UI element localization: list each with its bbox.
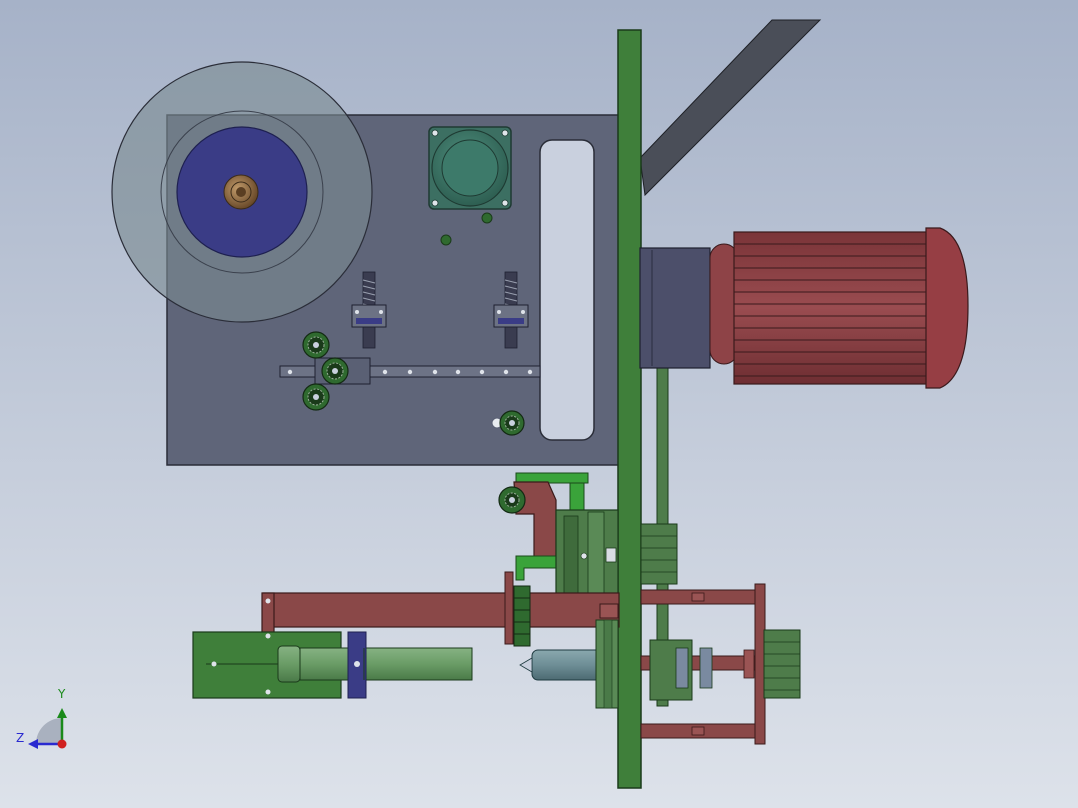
drive-motor xyxy=(733,227,969,389)
cad-viewport[interactable]: Y Z xyxy=(0,0,1078,808)
guide-roller xyxy=(321,357,349,385)
vertical-frame-bar xyxy=(617,29,642,789)
y-axis-label: Y xyxy=(58,687,66,701)
guide-roller xyxy=(302,383,330,411)
model-drawing xyxy=(0,0,1078,808)
plate-slot xyxy=(539,139,595,441)
tape-reel xyxy=(111,61,373,323)
z-axis-label: Z xyxy=(16,731,25,745)
stepper-motor xyxy=(428,126,512,210)
guide-roller xyxy=(302,331,330,359)
pin xyxy=(481,212,493,224)
x-axis-dot xyxy=(57,739,67,749)
motor-gearbox xyxy=(639,247,711,369)
gear-block xyxy=(763,629,801,699)
pin xyxy=(440,234,452,246)
